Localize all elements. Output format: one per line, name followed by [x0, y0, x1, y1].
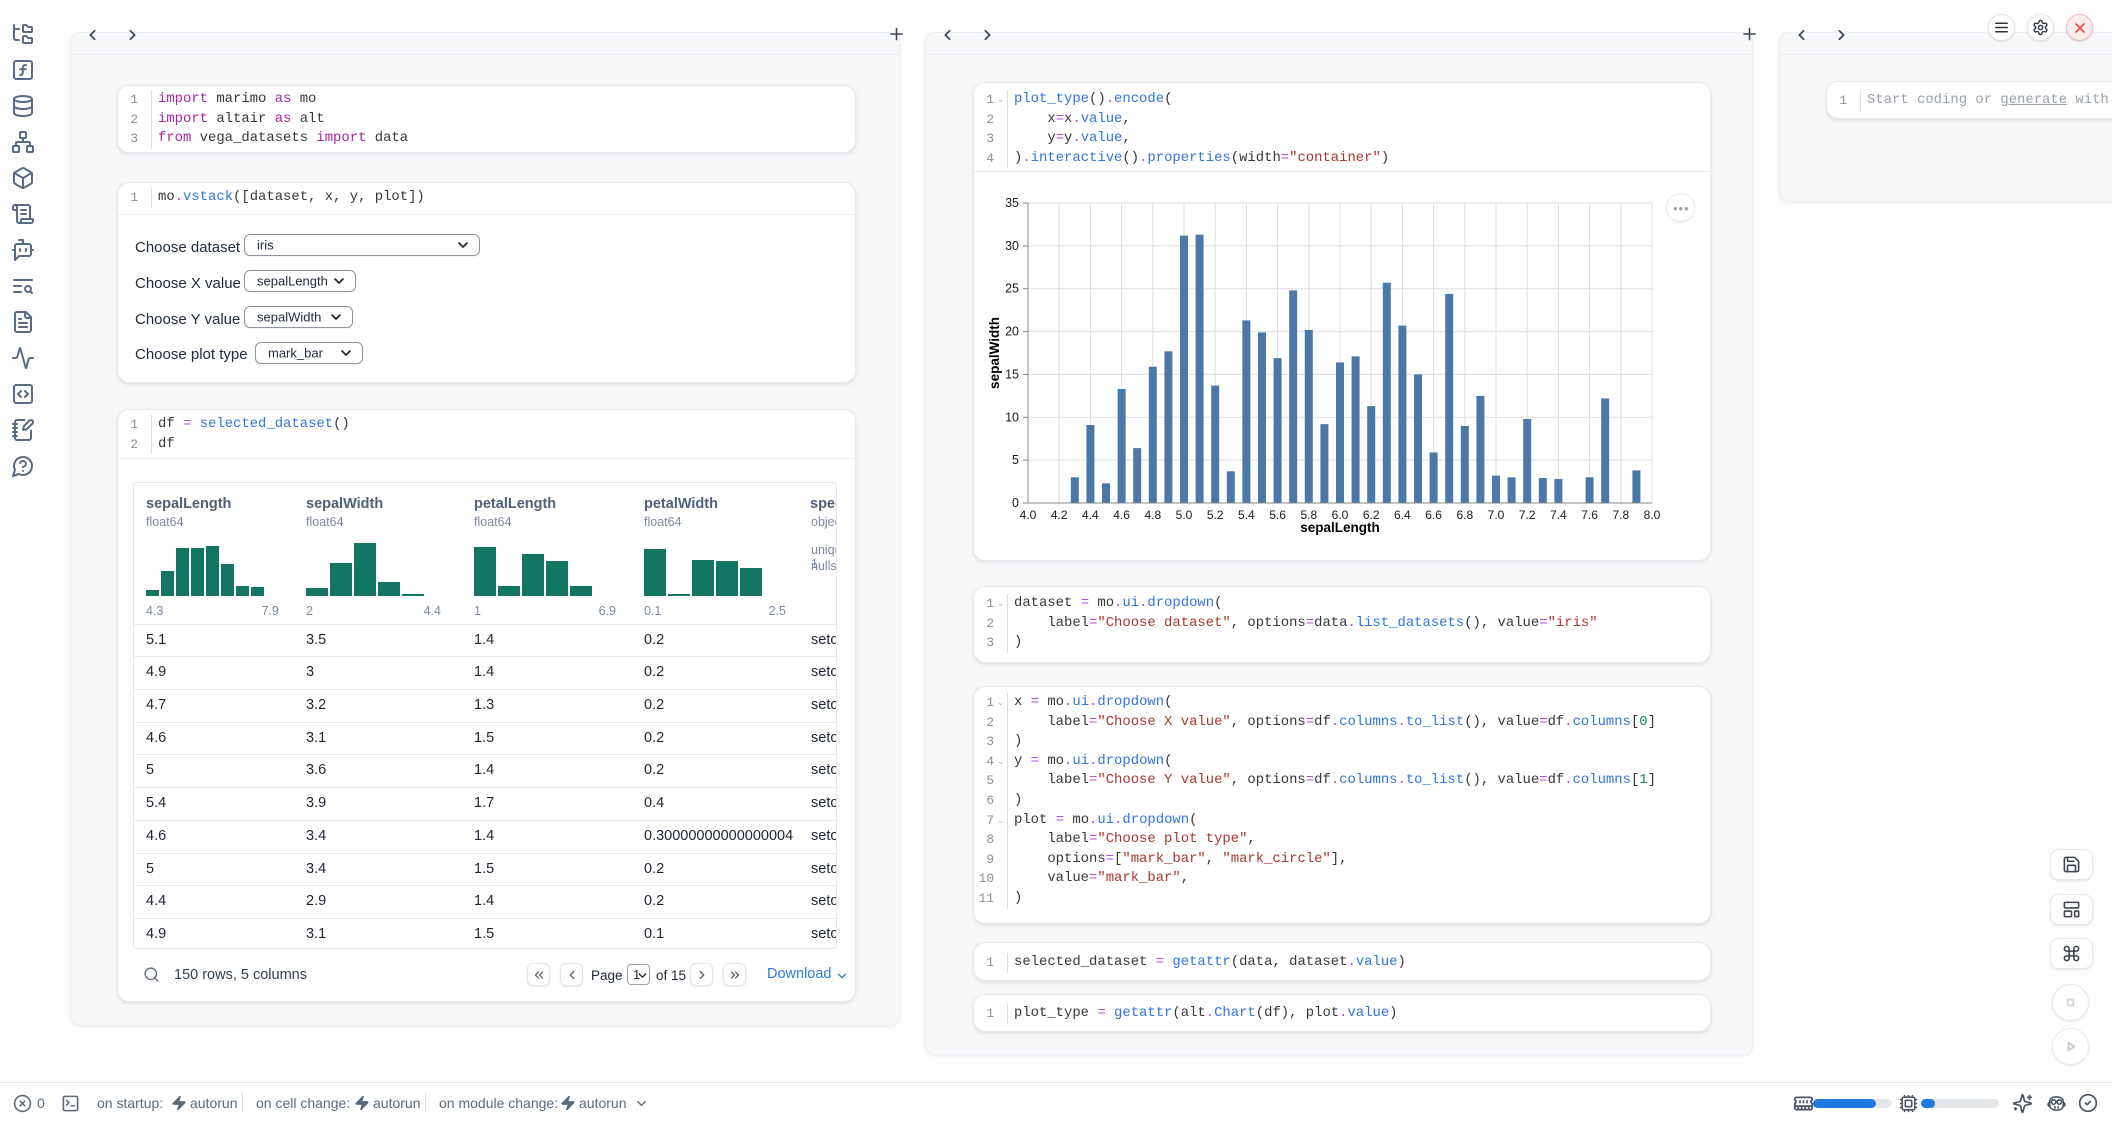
- svg-text:4.6: 4.6: [1113, 508, 1130, 522]
- svg-text:30: 30: [1005, 239, 1019, 253]
- svg-text:5.4: 5.4: [1238, 508, 1255, 522]
- svg-text:4.2: 4.2: [1051, 508, 1068, 522]
- svg-text:6.6: 6.6: [1425, 508, 1442, 522]
- svg-text:5.2: 5.2: [1207, 508, 1224, 522]
- svg-text:7.8: 7.8: [1612, 508, 1629, 522]
- svg-text:7.0: 7.0: [1488, 508, 1505, 522]
- svg-text:7.2: 7.2: [1519, 508, 1536, 522]
- svg-text:6.4: 6.4: [1394, 508, 1411, 522]
- svg-text:6.8: 6.8: [1456, 508, 1473, 522]
- svg-text:sepalLength: sepalLength: [1300, 520, 1380, 535]
- svg-text:5.0: 5.0: [1176, 508, 1193, 522]
- svg-text:35: 35: [1005, 196, 1019, 210]
- svg-text:0: 0: [1012, 496, 1019, 510]
- svg-text:15: 15: [1005, 367, 1019, 381]
- svg-text:5.6: 5.6: [1269, 508, 1286, 522]
- svg-text:20: 20: [1005, 325, 1019, 339]
- svg-text:25: 25: [1005, 282, 1019, 296]
- svg-text:4.0: 4.0: [1020, 508, 1037, 522]
- svg-text:7.6: 7.6: [1581, 508, 1598, 522]
- svg-text:5: 5: [1012, 453, 1019, 467]
- svg-text:sepalWidth: sepalWidth: [987, 317, 1002, 389]
- svg-text:4.8: 4.8: [1144, 508, 1161, 522]
- svg-text:7.4: 7.4: [1550, 508, 1567, 522]
- svg-text:4.4: 4.4: [1082, 508, 1099, 522]
- svg-text:8.0: 8.0: [1644, 508, 1661, 522]
- svg-text:10: 10: [1005, 410, 1019, 424]
